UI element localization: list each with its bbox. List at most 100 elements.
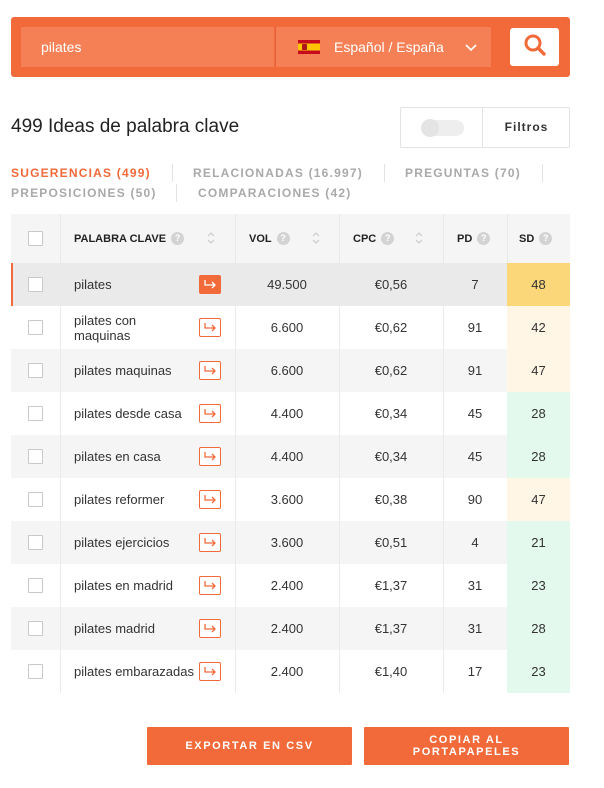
vol-cell: 6.600 (270, 320, 304, 335)
filters-toggle[interactable] (421, 119, 464, 137)
vol-cell: 3.600 (270, 492, 304, 507)
cpc-cell: €0,34 (374, 406, 408, 421)
sort-icon[interactable] (207, 231, 215, 250)
vol-cell: 49.500 (267, 277, 307, 292)
vol-cell: 4.400 (270, 449, 304, 464)
help-icon: ? (171, 232, 185, 245)
row-checkbox[interactable] (28, 363, 43, 378)
sd-cell: 48 (507, 263, 570, 306)
vol-cell: 4.400 (270, 406, 304, 421)
header-vol[interactable]: VOL? (235, 214, 339, 263)
keyword-text: pilates desde casa (74, 406, 182, 421)
spain-flag-icon (298, 40, 320, 54)
search-button[interactable] (510, 28, 559, 66)
header-sd[interactable]: SD? (507, 214, 570, 263)
row-checkbox[interactable] (28, 621, 43, 636)
table-header: PALABRA CLAVE? VOL? CPC? PD? SD? (11, 214, 570, 263)
cpc-cell: €1,40 (374, 664, 408, 679)
language-select[interactable]: Español / España (275, 27, 491, 67)
sort-icon[interactable] (415, 231, 423, 250)
keyword-text: pilates maquinas (74, 363, 172, 378)
keyword-text: pilates madrid (74, 621, 155, 636)
pd-cell: 45 (467, 449, 483, 464)
language-label: Español / España (334, 39, 444, 55)
table-row: pilates desde casa 4.400 €0,34 45 28 (11, 392, 570, 435)
export-csv-button[interactable]: EXPORTAR EN CSV (147, 727, 352, 765)
sd-cell: 23 (507, 650, 570, 693)
cpc-cell: €0,38 (374, 492, 408, 507)
sd-cell: 28 (507, 392, 570, 435)
vol-cell: 3.600 (270, 535, 304, 550)
cpc-cell: €0,51 (374, 535, 408, 550)
header-pd[interactable]: PD? (443, 214, 507, 263)
pd-cell: 31 (467, 621, 483, 636)
keyword-link-icon[interactable] (199, 403, 221, 423)
pd-cell: 90 (467, 492, 483, 507)
keyword-link-icon[interactable] (199, 489, 221, 509)
pd-cell: 91 (467, 363, 483, 378)
filters-button[interactable]: Filtros (483, 108, 570, 147)
chevron-down-icon (465, 39, 477, 55)
sd-cell: 42 (507, 306, 570, 349)
keyword-text: pilates en casa (74, 449, 161, 464)
keyword-link-icon[interactable] (199, 274, 221, 294)
vol-cell: 6.600 (270, 363, 304, 378)
cpc-cell: €0,62 (374, 363, 408, 378)
keyword-text: pilates (74, 277, 112, 292)
tab-sugerencias[interactable]: SUGERENCIAS (499) (11, 166, 151, 180)
sd-cell: 23 (507, 564, 570, 607)
help-icon: ? (477, 232, 491, 245)
table-row: pilates con maquinas 6.600 €0,62 91 42 (11, 306, 570, 349)
table-row: pilates 49.500 €0,56 7 48 (11, 263, 570, 306)
sd-cell: 28 (507, 435, 570, 478)
row-checkbox[interactable] (28, 664, 43, 679)
pd-cell: 45 (467, 406, 483, 421)
sort-icon[interactable] (312, 231, 320, 250)
pd-cell: 31 (467, 578, 483, 593)
row-checkbox[interactable] (28, 535, 43, 550)
row-checkbox[interactable] (28, 578, 43, 593)
copy-clipboard-button[interactable]: COPIAR AL PORTAPAPELES (364, 727, 569, 765)
tab-preposiciones[interactable]: PREPOSICIONES (50) (11, 186, 157, 200)
cpc-cell: €0,34 (374, 449, 408, 464)
keyword-link-icon[interactable] (199, 618, 221, 638)
keyword-text: pilates ejercicios (74, 535, 170, 550)
vol-cell: 2.400 (270, 664, 304, 679)
pd-cell: 4 (471, 535, 479, 550)
keyword-text: pilates embarazadas (74, 664, 194, 679)
keyword-text: pilates reformer (74, 492, 165, 507)
vol-cell: 2.400 (270, 621, 304, 636)
table-row: pilates maquinas 6.600 €0,62 91 47 (11, 349, 570, 392)
row-checkbox[interactable] (28, 492, 43, 507)
filters-control: Filtros (400, 107, 570, 148)
keyword-link-icon[interactable] (199, 532, 221, 552)
keyword-link-icon[interactable] (199, 446, 221, 466)
search-input-value: pilates (41, 39, 82, 55)
row-checkbox[interactable] (28, 277, 43, 292)
table-row: pilates embarazadas 2.400 €1,40 17 23 (11, 650, 570, 693)
help-icon: ? (276, 232, 290, 245)
row-checkbox[interactable] (28, 406, 43, 421)
keyword-text: pilates en madrid (74, 578, 173, 593)
select-all-checkbox[interactable] (28, 231, 43, 246)
table-row: pilates madrid 2.400 €1,37 31 28 (11, 607, 570, 650)
row-checkbox[interactable] (28, 320, 43, 335)
tab-relacionadas[interactable]: RELACIONADAS (16.997) (193, 166, 363, 180)
header-cpc[interactable]: CPC? (339, 214, 443, 263)
tab-preguntas[interactable]: PREGUNTAS (70) (405, 166, 521, 180)
tab-comparaciones[interactable]: COMPARACIONES (42) (198, 186, 351, 200)
row-checkbox[interactable] (28, 449, 43, 464)
cpc-cell: €1,37 (374, 621, 408, 636)
sd-cell: 28 (507, 607, 570, 650)
cpc-cell: €0,56 (374, 277, 408, 292)
keyword-link-icon[interactable] (199, 575, 221, 595)
search-icon (523, 33, 547, 62)
vol-cell: 2.400 (270, 578, 304, 593)
keyword-link-icon[interactable] (199, 661, 221, 681)
keyword-link-icon[interactable] (199, 360, 221, 380)
help-icon: ? (381, 232, 395, 245)
table-row: pilates en casa 4.400 €0,34 45 28 (11, 435, 570, 478)
sd-cell: 47 (507, 349, 570, 392)
keyword-link-icon[interactable] (199, 317, 221, 337)
search-input[interactable]: pilates (21, 27, 274, 67)
